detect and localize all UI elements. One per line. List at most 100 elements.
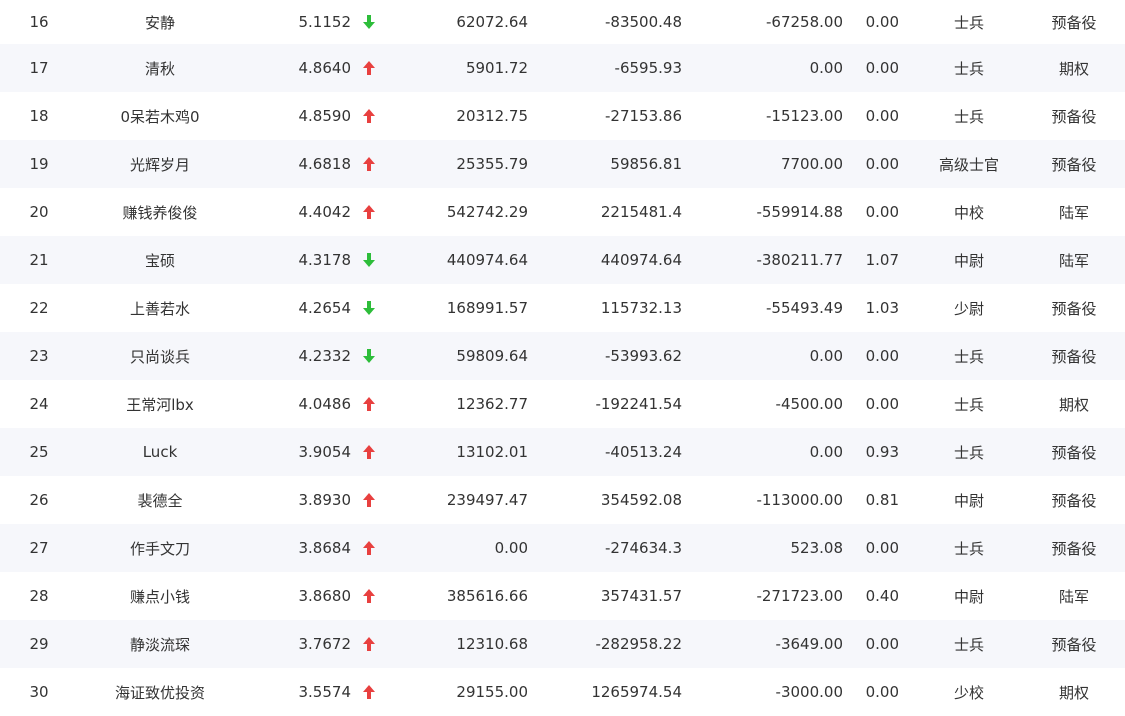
user-name-link[interactable]: 海证致优投资	[80, 668, 240, 716]
value-1-cell: 12310.68	[456, 635, 528, 653]
level-cell: 士兵	[953, 107, 984, 126]
value-1-cell: 20312.75	[456, 107, 528, 125]
value-2-cell: -274634.3	[605, 539, 682, 557]
table-row[interactable]: 16 安静 5.1152 62072.64 -83500.48 -67258.0…	[0, 0, 1125, 44]
score-cell: 4.6818	[298, 155, 352, 173]
table-row[interactable]: 17 清秋 4.8640 5901.72 -6595.93 0.00 0.00 …	[0, 44, 1125, 92]
arrow-up-icon	[358, 188, 380, 236]
value-1-cell: 59809.64	[456, 347, 528, 365]
user-name-link[interactable]: 上善若水	[80, 284, 240, 332]
rank-cell: 20	[29, 203, 49, 221]
value-3-cell: -55493.49	[766, 299, 843, 317]
category-cell: 预备役	[1051, 155, 1097, 174]
value-3-cell: 0.00	[809, 347, 843, 365]
table-row[interactable]: 20 赚钱养俊俊 4.4042 542742.29 2215481.4 -559…	[0, 188, 1125, 236]
value-3-cell: 523.08	[790, 539, 844, 557]
value-3-cell: -3649.00	[775, 635, 843, 653]
arrow-up-icon	[358, 380, 380, 428]
table-row[interactable]: 21 宝硕 4.3178 440974.64 440974.64 -380211…	[0, 236, 1125, 284]
table-row[interactable]: 19 光辉岁月 4.6818 25355.79 59856.81 7700.00…	[0, 140, 1125, 188]
rank-cell: 21	[29, 251, 49, 269]
user-name-link[interactable]: 王常河lbx	[80, 380, 240, 428]
rank-cell: 29	[29, 635, 49, 653]
value-2-cell: 115732.13	[600, 299, 682, 317]
value-2-cell: -6595.93	[614, 59, 682, 77]
user-name-link[interactable]: 安静	[80, 0, 240, 44]
category-cell: 预备役	[1051, 443, 1097, 462]
value-4-cell: 0.00	[865, 347, 899, 365]
value-2-cell: -282958.22	[595, 635, 682, 653]
user-name-link[interactable]: 光辉岁月	[80, 140, 240, 188]
value-1-cell: 542742.29	[446, 203, 528, 221]
arrow-down-icon	[358, 236, 380, 284]
user-name-link[interactable]: 0呆若木鸡0	[80, 92, 240, 140]
category-cell: 预备役	[1051, 347, 1097, 366]
user-name-link[interactable]: 静淡流琛	[80, 620, 240, 668]
user-name-link[interactable]: 赚点小钱	[80, 572, 240, 620]
value-4-cell: 0.00	[865, 13, 899, 31]
value-2-cell: -40513.24	[605, 443, 682, 461]
arrow-up-icon	[358, 92, 380, 140]
table-row[interactable]: 18 0呆若木鸡0 4.8590 20312.75 -27153.86 -151…	[0, 92, 1125, 140]
value-4-cell: 0.93	[865, 443, 899, 461]
score-cell: 3.8680	[298, 587, 352, 605]
user-name-link[interactable]: 宝硕	[80, 236, 240, 284]
level-cell: 中校	[953, 203, 984, 222]
table-row[interactable]: 27 作手文刀 3.8684 0.00 -274634.3 523.08 0.0…	[0, 524, 1125, 572]
user-name-link[interactable]: 清秋	[80, 44, 240, 92]
table-row[interactable]: 30 海证致优投资 3.5574 29155.00 1265974.54 -30…	[0, 668, 1125, 716]
value-4-cell: 0.00	[865, 539, 899, 557]
table-row[interactable]: 26 裴德全 3.8930 239497.47 354592.08 -11300…	[0, 476, 1125, 524]
rank-cell: 22	[29, 299, 49, 317]
level-cell: 少校	[953, 683, 984, 702]
value-4-cell: 1.07	[865, 251, 899, 269]
user-name-link[interactable]: Luck	[80, 428, 240, 476]
table-row[interactable]: 25 Luck 3.9054 13102.01 -40513.24 0.00 0…	[0, 428, 1125, 476]
rank-cell: 24	[29, 395, 49, 413]
score-cell: 3.8930	[298, 491, 352, 509]
user-name-link[interactable]: 只尚谈兵	[80, 332, 240, 380]
table-row[interactable]: 29 静淡流琛 3.7672 12310.68 -282958.22 -3649…	[0, 620, 1125, 668]
value-3-cell: 7700.00	[780, 155, 843, 173]
table-row[interactable]: 28 赚点小钱 3.8680 385616.66 357431.57 -2717…	[0, 572, 1125, 620]
category-cell: 期权	[1058, 395, 1089, 414]
arrow-down-icon	[358, 332, 380, 380]
table-row[interactable]: 23 只尚谈兵 4.2332 59809.64 -53993.62 0.00 0…	[0, 332, 1125, 380]
category-cell: 期权	[1058, 59, 1089, 78]
rank-cell: 25	[29, 443, 49, 461]
rank-cell: 26	[29, 491, 49, 509]
value-1-cell: 168991.57	[446, 299, 528, 317]
arrow-up-icon	[358, 572, 380, 620]
table-row[interactable]: 22 上善若水 4.2654 168991.57 115732.13 -5549…	[0, 284, 1125, 332]
score-cell: 4.8640	[298, 59, 352, 77]
level-cell: 少尉	[953, 299, 984, 318]
value-2-cell: 440974.64	[600, 251, 682, 269]
category-cell: 预备役	[1051, 107, 1097, 126]
score-cell: 3.5574	[298, 683, 352, 701]
user-name-link[interactable]: 作手文刀	[80, 524, 240, 572]
value-2-cell: -83500.48	[605, 13, 682, 31]
value-4-cell: 0.00	[865, 635, 899, 653]
arrow-up-icon	[358, 44, 380, 92]
value-4-cell: 1.03	[865, 299, 899, 317]
arrow-up-icon	[358, 140, 380, 188]
level-cell: 士兵	[953, 539, 984, 558]
value-3-cell: -67258.00	[766, 13, 843, 31]
user-name-link[interactable]: 裴德全	[80, 476, 240, 524]
table-row[interactable]: 24 王常河lbx 4.0486 12362.77 -192241.54 -45…	[0, 380, 1125, 428]
level-cell: 高级士官	[938, 155, 999, 174]
value-2-cell: -53993.62	[605, 347, 682, 365]
score-cell: 4.8590	[298, 107, 352, 125]
arrow-up-icon	[358, 524, 380, 572]
user-name-link[interactable]: 赚钱养俊俊	[80, 188, 240, 236]
score-cell: 4.4042	[298, 203, 352, 221]
category-cell: 陆军	[1058, 251, 1089, 270]
value-4-cell: 0.00	[865, 203, 899, 221]
category-cell: 陆军	[1058, 203, 1089, 222]
level-cell: 中尉	[953, 491, 984, 510]
arrow-up-icon	[358, 476, 380, 524]
value-2-cell: 59856.81	[610, 155, 682, 173]
value-4-cell: 0.00	[865, 107, 899, 125]
value-1-cell: 62072.64	[456, 13, 528, 31]
value-3-cell: -271723.00	[756, 587, 843, 605]
